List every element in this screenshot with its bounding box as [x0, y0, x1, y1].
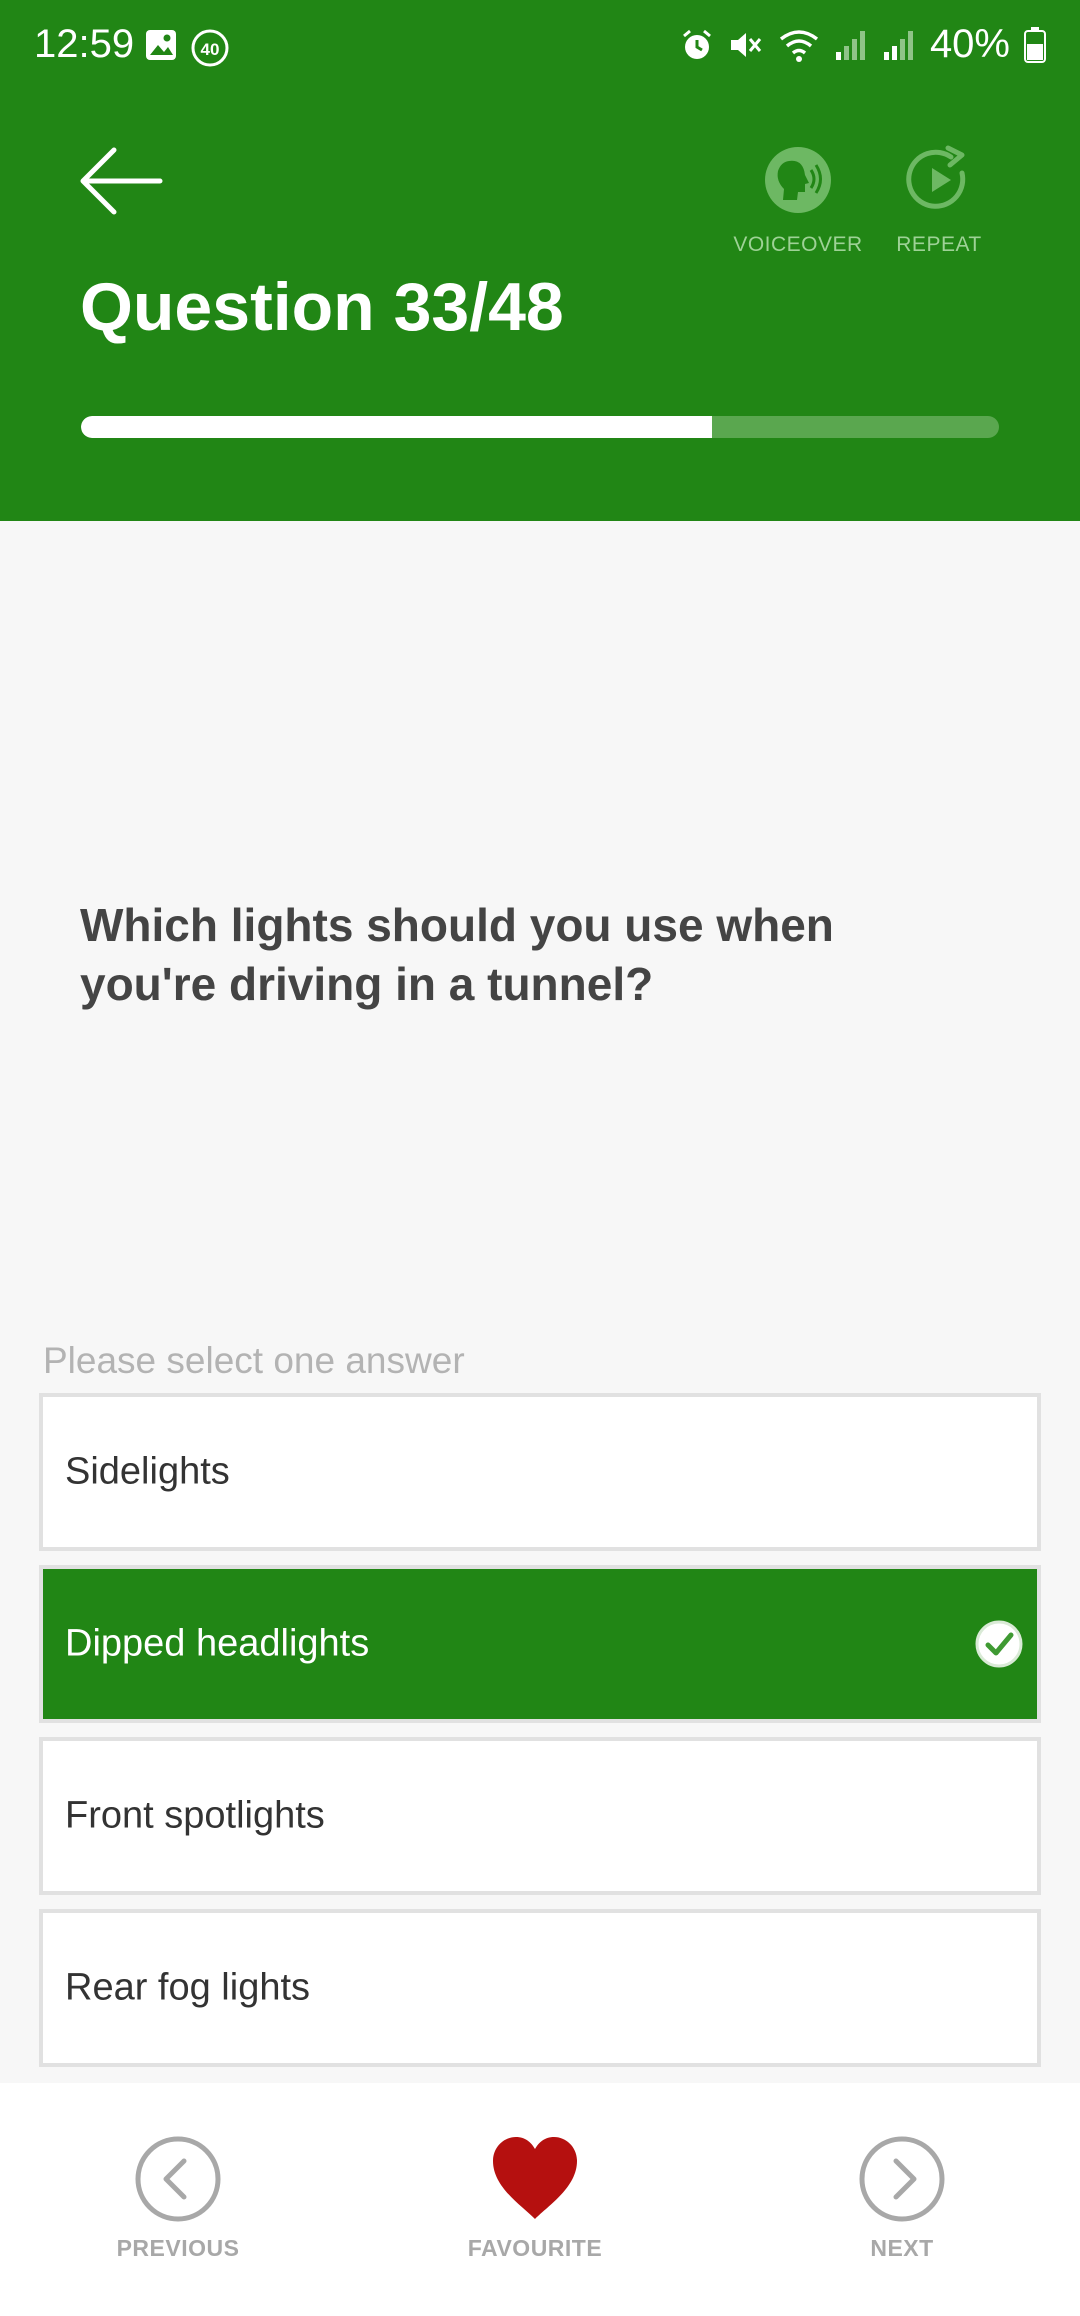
notification-badge-count: 40: [201, 40, 220, 59]
question-counter: Question 33/48: [80, 269, 564, 345]
question-text: Which lights should you use when you're …: [80, 899, 834, 1010]
answer-label: Sidelights: [65, 1450, 230, 1493]
chevron-left-circle-icon: [135, 2136, 221, 2222]
chevron-right-circle-icon: [859, 2136, 945, 2222]
bottom-nav: PREVIOUS FAVOURITE NEXT: [0, 2083, 1080, 2316]
notification-badge-icon: 40: [191, 29, 229, 67]
voiceover-icon: [765, 147, 831, 213]
voiceover-button[interactable]: VOICEOVER: [723, 145, 873, 257]
repeat-icon: [906, 145, 966, 209]
answer-label: Rear fog lights: [65, 1966, 311, 2009]
signal-icon: [835, 30, 865, 60]
answer-label: Front spotlights: [65, 1794, 325, 1837]
voiceover-label: VOICEOVER: [733, 233, 863, 256]
previous-button[interactable]: PREVIOUS: [68, 2135, 288, 2262]
favourite-button[interactable]: FAVOURITE: [425, 2135, 645, 2262]
answer-label: Dipped headlights: [65, 1622, 370, 1665]
answer-option[interactable]: Front spotlights: [39, 1737, 1041, 1895]
progress-bar: [81, 416, 999, 438]
favourite-label: FAVOURITE: [467, 2235, 603, 2261]
gallery-icon: [146, 30, 176, 60]
status-bar: 12:59 40 40%: [0, 0, 1080, 95]
header: 12:59 40 40% VOICEOVER REPEAT Question 3…: [0, 0, 1080, 521]
battery-percent: 40%: [929, 22, 1010, 66]
next-label: NEXT: [870, 2235, 934, 2261]
next-button[interactable]: NEXT: [792, 2135, 1012, 2262]
wifi-icon: [779, 29, 819, 62]
status-time: 12:59: [34, 22, 135, 66]
repeat-label: REPEAT: [896, 233, 982, 256]
answer-option[interactable]: Rear fog lights: [39, 1909, 1041, 2067]
battery-icon: [1024, 26, 1046, 63]
alarm-icon: [682, 29, 711, 59]
arrow-left-icon: [80, 147, 163, 215]
previous-label: PREVIOUS: [116, 2235, 240, 2261]
answer-option[interactable]: Sidelights: [39, 1393, 1041, 1551]
answer-hint: Please select one answer: [43, 1340, 465, 1381]
progress-fill: [81, 416, 713, 438]
answer-option[interactable]: Dipped headlights: [39, 1565, 1041, 1723]
answer-list: Sidelights Dipped headlights Front spotl…: [39, 1393, 1041, 2081]
check-icon: [975, 1620, 1023, 1668]
repeat-button[interactable]: REPEAT: [864, 145, 1014, 257]
mute-icon: [730, 32, 762, 57]
back-button[interactable]: [78, 146, 164, 216]
heart-icon: [493, 2137, 577, 2219]
signal-icon-2: [883, 30, 913, 60]
